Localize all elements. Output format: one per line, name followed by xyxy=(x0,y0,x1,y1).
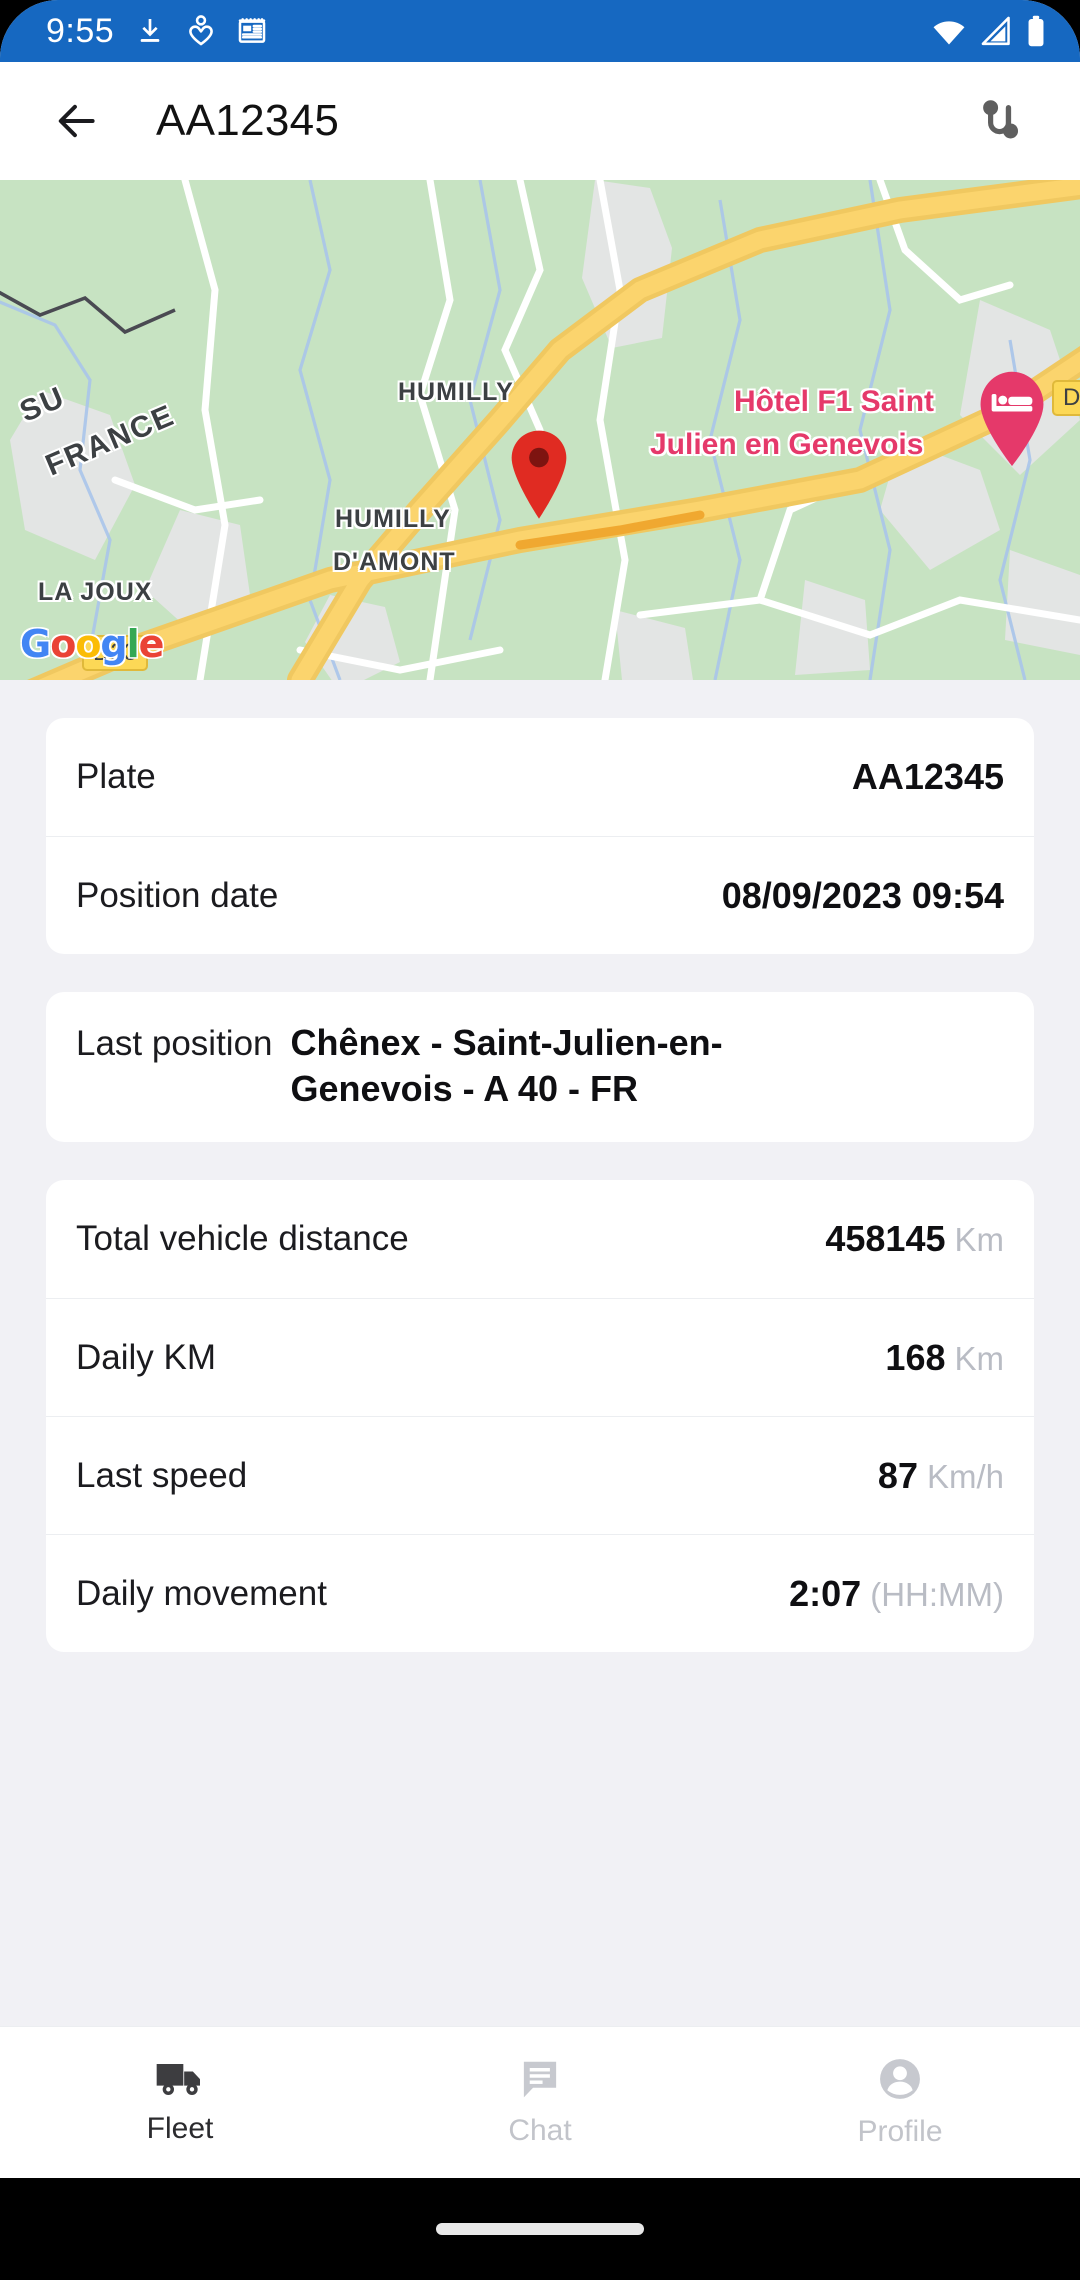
table-row: Last speed 87 Km/h xyxy=(46,1416,1034,1534)
google-logo: Google xyxy=(20,622,165,666)
google-logo-g2: g xyxy=(100,622,127,666)
status-bar-left: 9:55 xyxy=(46,14,268,48)
google-logo-o2: o xyxy=(75,622,101,666)
row-value-last-speed: 87 Km/h xyxy=(878,1455,1004,1497)
status-bar: 9:55 xyxy=(0,0,1080,62)
nav-label-profile: Profile xyxy=(857,2115,943,2148)
metric-unit: (HH:MM) xyxy=(870,1575,1004,1613)
details-content: Plate AA12345 Position date 08/09/2023 0… xyxy=(0,718,1080,1653)
metrics-card: Total vehicle distance 458145 Km Daily KM… xyxy=(46,1180,1034,1653)
home-gesture-pill[interactable] xyxy=(436,2223,644,2235)
table-row: Plate AA12345 xyxy=(46,718,1034,836)
row-label-daily-km: Daily KM xyxy=(76,1337,217,1377)
heart-person-icon xyxy=(189,15,214,46)
back-button[interactable] xyxy=(40,84,114,158)
chat-bubble-icon xyxy=(523,2061,557,2098)
row-label-total-distance: Total vehicle distance xyxy=(76,1219,409,1259)
battery-icon xyxy=(1028,15,1044,47)
road-shield-d1: D1 xyxy=(1052,380,1080,417)
metric-unit: Km xyxy=(954,1221,1005,1259)
metric-number: 2:07 xyxy=(789,1572,862,1614)
row-value-last-position: Chênex - Saint-Julien-en-Genevois - A 40… xyxy=(290,1022,723,1110)
metric-number: 168 xyxy=(885,1336,946,1378)
row-value-plate: AA12345 xyxy=(851,756,1004,797)
row-value-total-distance: 458145 Km xyxy=(825,1218,1004,1260)
row-value-daily-km: 168 Km xyxy=(885,1337,1004,1379)
cell-signal-icon xyxy=(981,16,1010,46)
person-circle-icon xyxy=(880,2059,920,2099)
google-logo-g1: G xyxy=(20,622,51,666)
google-logo-e: e xyxy=(138,622,165,666)
nav-label-chat: Chat xyxy=(508,2114,572,2147)
bottom-navigation: Fleet Chat Profile xyxy=(0,2026,1080,2178)
row-value-position-date: 08/09/2023 09:54 xyxy=(721,874,1004,916)
nav-item-profile[interactable]: Profile xyxy=(720,2027,1080,2178)
metric-number: 458145 xyxy=(825,1218,946,1260)
gesture-navigation-area xyxy=(0,2178,1080,2280)
hotel-bed-pin-marker[interactable] xyxy=(975,368,1049,468)
table-row: Position date 08/09/2023 09:54 xyxy=(46,836,1034,954)
row-label-plate: Plate xyxy=(76,757,156,796)
back-arrow-icon xyxy=(58,104,95,138)
table-row: Total vehicle distance 458145 Km xyxy=(46,1180,1034,1298)
app-screen: 9:55 AA12345 SU FRANCE HUMILLY HUMILLY D… xyxy=(0,0,1080,2178)
route-timeline-icon xyxy=(983,100,1019,139)
google-logo-o1: o xyxy=(50,622,76,666)
nav-item-chat[interactable]: Chat xyxy=(360,2027,720,2178)
status-bar-clock: 9:55 xyxy=(46,12,115,50)
row-label-last-speed: Last speed xyxy=(76,1455,248,1495)
page-title: AA12345 xyxy=(156,96,340,145)
vehicle-info-card: Plate AA12345 Position date 08/09/2023 0… xyxy=(46,718,1034,954)
download-icon xyxy=(140,19,160,42)
metric-number: 87 xyxy=(877,1454,918,1496)
phone-frame: 9:55 AA12345 SU FRANCE HUMILLY HUMILLY D… xyxy=(0,0,1080,2280)
metric-unit: Km/h xyxy=(926,1457,1004,1495)
nav-item-fleet[interactable]: Fleet xyxy=(0,2027,360,2178)
status-bar-right xyxy=(932,15,1046,47)
wifi-icon xyxy=(933,21,965,45)
app-bar: AA12345 xyxy=(0,62,1080,180)
route-timeline-button[interactable] xyxy=(964,84,1038,158)
vehicle-location-pin[interactable] xyxy=(508,428,570,520)
map-view[interactable]: SU FRANCE HUMILLY HUMILLY D'AMONT LA JOU… xyxy=(0,180,1080,680)
row-label-last-position: Last position xyxy=(76,1024,273,1063)
metric-unit: Km xyxy=(954,1339,1005,1377)
google-logo-l: l xyxy=(126,622,140,666)
table-row: Daily KM 168 Km xyxy=(46,1298,1034,1416)
row-value-daily-movement: 2:07 (HH:MM) xyxy=(789,1573,1004,1615)
last-position-card: Last position Chênex - Saint-Julien-en-G… xyxy=(46,992,1034,1143)
nav-label-fleet: Fleet xyxy=(146,2112,214,2145)
news-icon xyxy=(238,18,266,43)
row-label-position-date: Position date xyxy=(76,875,279,915)
truck-icon xyxy=(156,2064,200,2095)
row-label-daily-movement: Daily movement xyxy=(76,1573,327,1613)
table-row: Daily movement 2:07 (HH:MM) xyxy=(46,1534,1034,1652)
